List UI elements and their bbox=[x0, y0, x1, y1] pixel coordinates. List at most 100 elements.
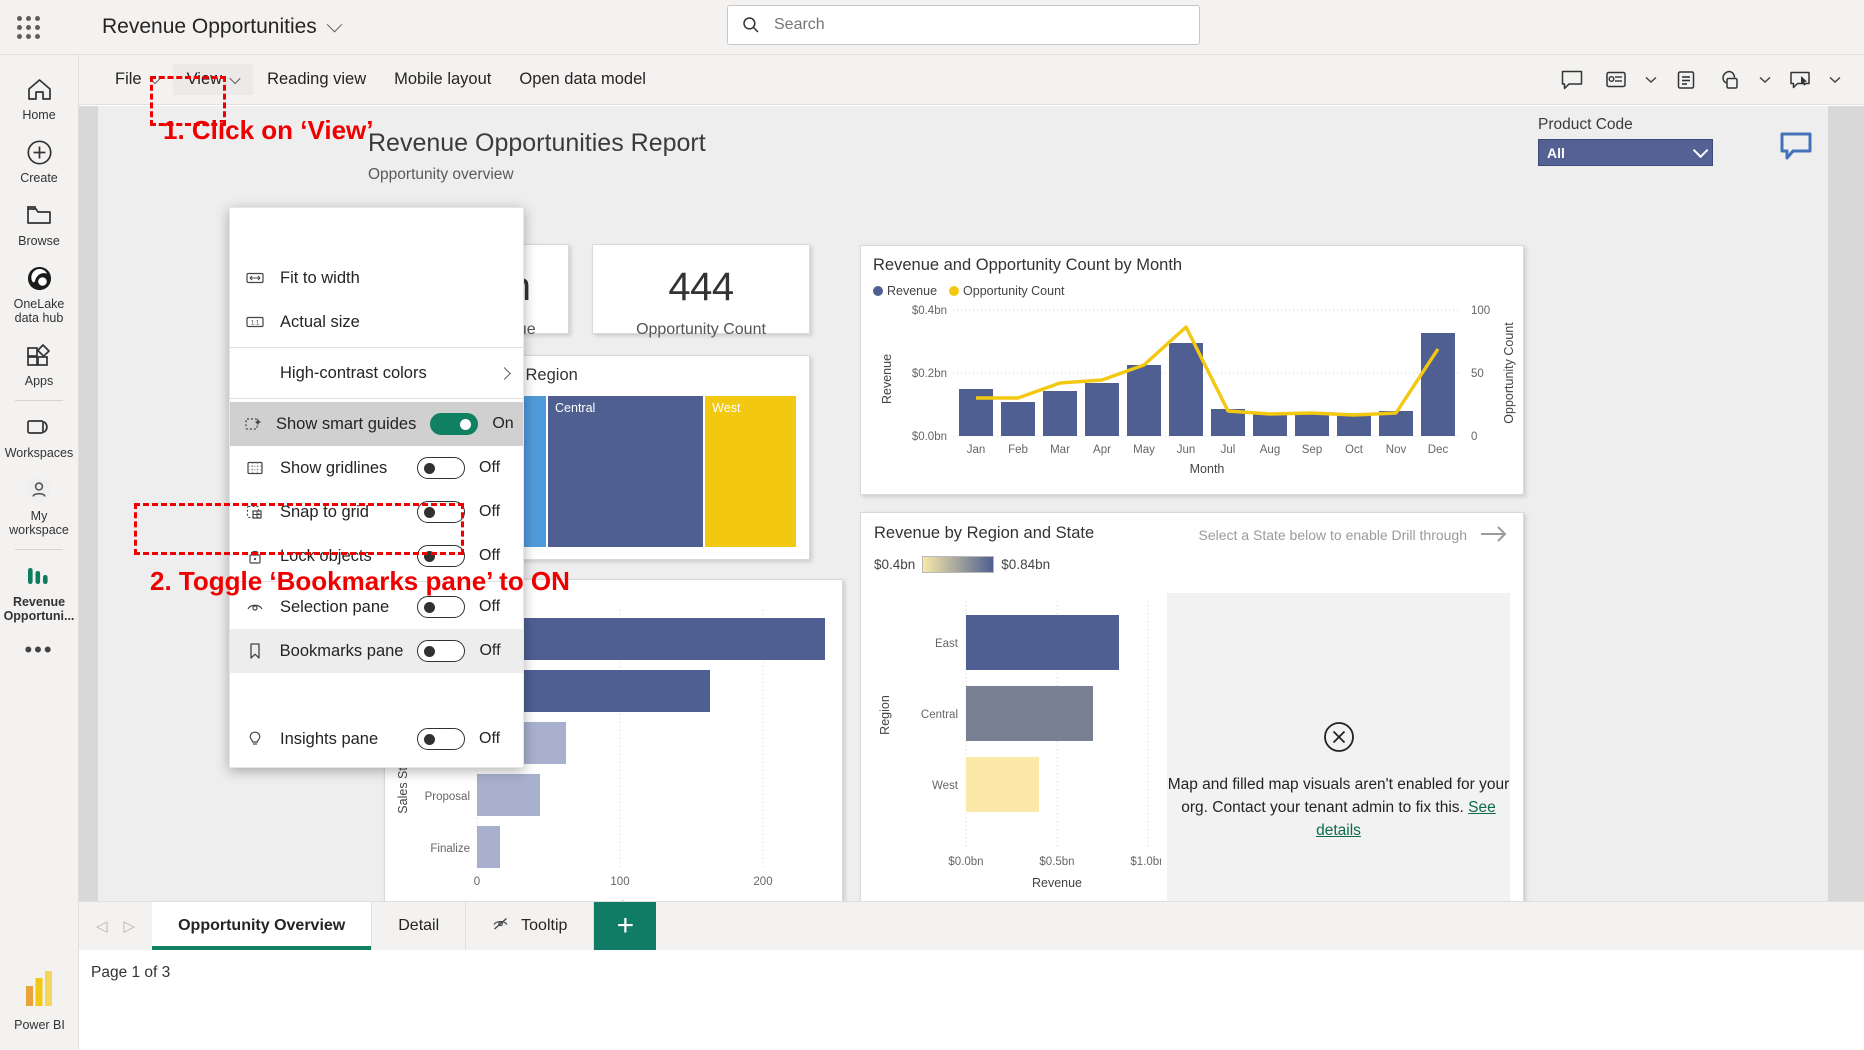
smart-guides-icon bbox=[244, 416, 262, 432]
menu-item-actual-size[interactable]: 1:1 Actual size bbox=[230, 300, 523, 344]
error-message-line2: your tenant admin to fix this. bbox=[1269, 798, 1464, 816]
gradient-legend-min: $0.4bn bbox=[874, 557, 916, 572]
share-shapes-icon[interactable] bbox=[1710, 60, 1750, 100]
nav-divider bbox=[15, 400, 63, 401]
report-name-dropdown[interactable]: Revenue Opportunities bbox=[102, 15, 343, 39]
sidebar-more-button[interactable]: ••• bbox=[24, 639, 53, 661]
page-tab-opportunity-overview[interactable]: Opportunity Overview bbox=[152, 902, 373, 950]
chevron-down-icon[interactable] bbox=[1824, 60, 1846, 100]
menu-reading-view[interactable]: Reading view bbox=[253, 64, 380, 95]
search-input[interactable] bbox=[772, 15, 1185, 35]
page-next-button[interactable]: ▷ bbox=[124, 917, 136, 935]
menu-open-data-model-label: Open data model bbox=[519, 70, 646, 88]
sidebar-item-browse[interactable]: Browse bbox=[0, 191, 79, 254]
page-tab-label: Opportunity Overview bbox=[178, 917, 346, 934]
toggle-switch[interactable] bbox=[417, 457, 465, 479]
svg-text:Jul: Jul bbox=[1221, 444, 1236, 456]
toggle-switch[interactable] bbox=[417, 728, 465, 750]
sidebar-item-revenue-opportunities[interactable]: Revenue Opportuni... bbox=[0, 552, 79, 629]
menu-item-insights-pane[interactable]: Insights pane Off bbox=[230, 717, 523, 761]
chart-revenue-and-opportunity-count-by-month[interactable]: Revenue and Opportunity Count by Month R… bbox=[860, 245, 1524, 495]
toggle-switch[interactable] bbox=[417, 640, 466, 662]
menu-file[interactable]: File bbox=[101, 64, 173, 95]
sidebar-item-label-line1: Revenue bbox=[12, 595, 66, 609]
treemap-tile-central[interactable]: Central bbox=[548, 396, 704, 547]
menu-item-show-gridlines[interactable]: Show gridlines Off bbox=[230, 446, 523, 490]
svg-text:Month: Month bbox=[1190, 462, 1225, 476]
toggle-state-label: Off bbox=[479, 459, 501, 476]
toggle-switch[interactable] bbox=[417, 501, 465, 523]
app-launcher-button[interactable] bbox=[0, 0, 56, 55]
sidebar-item-onelake-data-hub[interactable]: OneLake data hub bbox=[0, 254, 79, 331]
toggle-switch[interactable] bbox=[430, 413, 479, 435]
menu-view[interactable]: View bbox=[172, 64, 254, 95]
svg-text:Oct: Oct bbox=[1345, 444, 1364, 456]
menu-open-data-model[interactable]: Open data model bbox=[505, 64, 660, 95]
menu-reading-view-label: Reading view bbox=[267, 70, 367, 88]
list-icon[interactable] bbox=[1666, 60, 1706, 100]
left-navigation: Home Create Browse OneLake data hub Apps… bbox=[0, 55, 79, 1050]
sidebar-item-create[interactable]: Create bbox=[0, 128, 79, 191]
workspaces-icon bbox=[2, 412, 77, 442]
comment-icon[interactable] bbox=[1552, 60, 1592, 100]
sidebar-item-label-line1: My bbox=[30, 509, 48, 523]
page-prev-button[interactable]: ◁ bbox=[96, 917, 108, 935]
sidebar-item-label-line1: OneLake bbox=[13, 297, 65, 311]
menu-item-high-contrast-colors[interactable]: High-contrast colors bbox=[230, 351, 523, 395]
report-command-bar: File View Reading view Mobile layout Ope… bbox=[79, 55, 1864, 105]
actual-size-icon: 1:1 bbox=[244, 315, 266, 329]
toggle-state-label: Off bbox=[479, 730, 501, 747]
kpi-card-opportunity-count[interactable]: 444 Opportunity Count bbox=[592, 244, 810, 338]
menu-item-fit-to-width[interactable]: Fit to width bbox=[230, 256, 523, 300]
chevron-down-icon[interactable] bbox=[1640, 60, 1662, 100]
sidebar-item-my-workspace[interactable]: My workspace bbox=[0, 466, 79, 543]
bar-mar bbox=[1043, 391, 1077, 436]
subscribe-icon[interactable] bbox=[1596, 60, 1636, 100]
power-bi-logo-icon bbox=[0, 970, 79, 1015]
visual-comment-icon[interactable] bbox=[1780, 132, 1812, 167]
toggle-switch[interactable] bbox=[417, 545, 465, 567]
svg-text:Revenue: Revenue bbox=[880, 354, 894, 404]
report-name-label: Revenue Opportunities bbox=[102, 15, 317, 38]
svg-text:200: 200 bbox=[753, 876, 772, 888]
page-tab-label: Tooltip bbox=[521, 917, 568, 934]
sidebar-item-apps[interactable]: Apps bbox=[0, 331, 79, 394]
menu-mobile-layout[interactable]: Mobile layout bbox=[380, 64, 505, 95]
page-tab-detail[interactable]: Detail bbox=[372, 902, 467, 950]
page-tab-tooltip[interactable]: Tooltip bbox=[466, 902, 595, 950]
sidebar-item-workspaces[interactable]: Workspaces bbox=[0, 403, 79, 466]
drill-through-arrow-icon[interactable] bbox=[1479, 523, 1509, 550]
add-page-button[interactable]: + bbox=[594, 902, 657, 950]
sidebar-item-home[interactable]: Home bbox=[0, 65, 79, 128]
menu-item-bookmarks-pane[interactable]: Bookmarks pane Off bbox=[230, 629, 523, 673]
svg-text:Proposal: Proposal bbox=[425, 791, 470, 803]
eye-icon bbox=[244, 600, 266, 614]
toggle-state-label: Off bbox=[479, 503, 501, 520]
report-canvas-area: File View Reading view Mobile layout Ope… bbox=[79, 55, 1864, 1050]
legend-item-revenue[interactable]: Revenue bbox=[873, 284, 937, 298]
chevron-down-icon bbox=[148, 72, 161, 84]
chat-pointer-icon[interactable] bbox=[1780, 60, 1820, 100]
menu-item-snap-to-grid[interactable]: Snap to grid Off bbox=[230, 490, 523, 534]
svg-text:100: 100 bbox=[1471, 305, 1490, 317]
search-box[interactable] bbox=[727, 5, 1200, 45]
menu-item-label: Selection pane bbox=[280, 597, 390, 616]
treemap-tile-west[interactable]: West bbox=[705, 396, 796, 547]
chevron-down-icon bbox=[1692, 142, 1709, 159]
menu-top-spacer bbox=[230, 212, 523, 256]
chevron-down-icon[interactable] bbox=[1754, 60, 1776, 100]
toggle-state-label: Off bbox=[479, 547, 501, 564]
lock-icon bbox=[244, 548, 266, 565]
kpi-value: 444 bbox=[668, 265, 734, 309]
menu-item-show-smart-guides[interactable]: Show smart guides On bbox=[230, 402, 523, 446]
menu-divider bbox=[230, 347, 523, 348]
legend-item-opportunity-count[interactable]: Opportunity Count bbox=[949, 284, 1065, 298]
product-code-slicer[interactable]: Product Code All bbox=[1538, 116, 1713, 166]
svg-text:50: 50 bbox=[1471, 368, 1484, 380]
product-code-dropdown[interactable]: All bbox=[1538, 139, 1713, 166]
svg-text:Jun: Jun bbox=[1177, 444, 1196, 456]
svg-text:West: West bbox=[932, 780, 959, 792]
bar-lead bbox=[477, 618, 825, 660]
toggle-switch[interactable] bbox=[417, 596, 465, 618]
gridlines-icon bbox=[244, 460, 266, 476]
